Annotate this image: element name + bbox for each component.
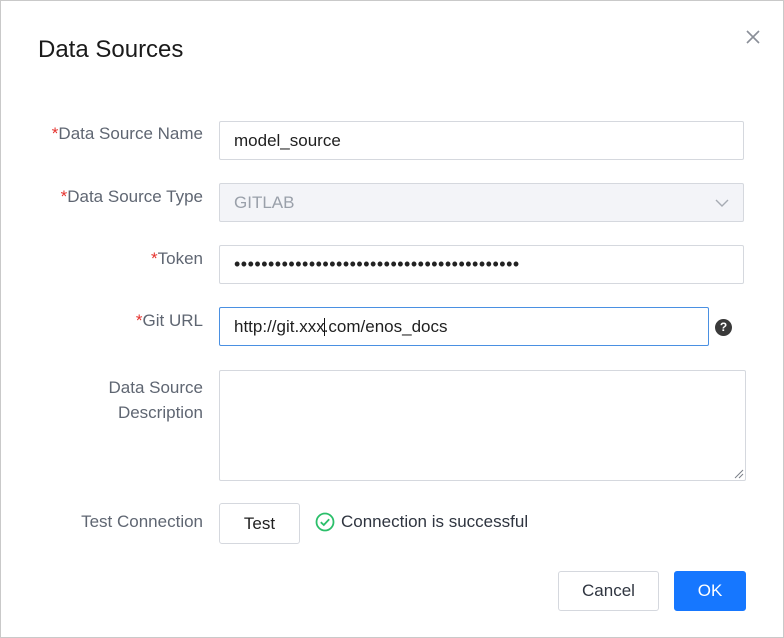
git-url-value-before: http://git.xxx — [234, 316, 325, 336]
name-label: *Data Source Name — [52, 121, 203, 146]
cancel-button[interactable]: Cancel — [558, 571, 659, 611]
description-label: Data Source Description — [109, 375, 204, 425]
test-button[interactable]: Test — [219, 503, 300, 544]
close-icon[interactable] — [743, 27, 763, 47]
description-label-line1: Data Source — [108, 378, 204, 397]
data-source-name-value: model_source — [234, 130, 341, 150]
required-mark: * — [135, 311, 143, 330]
git-url-input[interactable]: http://git.xxx .com/enos_docs — [219, 307, 709, 346]
help-icon[interactable]: ? — [715, 319, 732, 336]
type-label-text: Data Source Type — [67, 187, 203, 206]
connection-status: Connection is successful — [315, 512, 528, 532]
token-input[interactable]: ••••••••••••••••••••••••••••••••••••••••… — [219, 245, 744, 284]
git-url-label: *Git URL — [136, 308, 203, 333]
chevron-down-icon — [715, 199, 729, 207]
data-source-name-input[interactable]: model_source — [219, 121, 744, 160]
git-url-label-text: Git URL — [142, 311, 203, 330]
description-textarea[interactable] — [219, 370, 746, 481]
token-value: ••••••••••••••••••••••••••••••••••••••••… — [234, 254, 520, 274]
data-sources-dialog: Data Sources *Data Source Name model_sou… — [0, 0, 784, 638]
description-label-line2: Description — [117, 403, 203, 422]
test-connection-label: Test Connection — [81, 512, 203, 531]
connection-status-text: Connection is successful — [341, 512, 529, 531]
type-label: *Data Source Type — [61, 184, 203, 209]
git-url-value-after: .com/enos_docs — [323, 316, 448, 336]
token-label: *Token — [151, 246, 203, 271]
token-label-text: Token — [157, 249, 203, 268]
ok-button[interactable]: OK — [674, 571, 746, 611]
name-label-text: Data Source Name — [58, 124, 203, 143]
required-mark: * — [151, 249, 158, 268]
check-circle-icon — [315, 512, 335, 532]
resize-handle-icon[interactable] — [732, 467, 744, 479]
dialog-title: Data Sources — [38, 36, 184, 63]
data-source-type-select[interactable]: GITLAB — [219, 183, 744, 222]
data-source-type-value: GITLAB — [234, 192, 295, 212]
